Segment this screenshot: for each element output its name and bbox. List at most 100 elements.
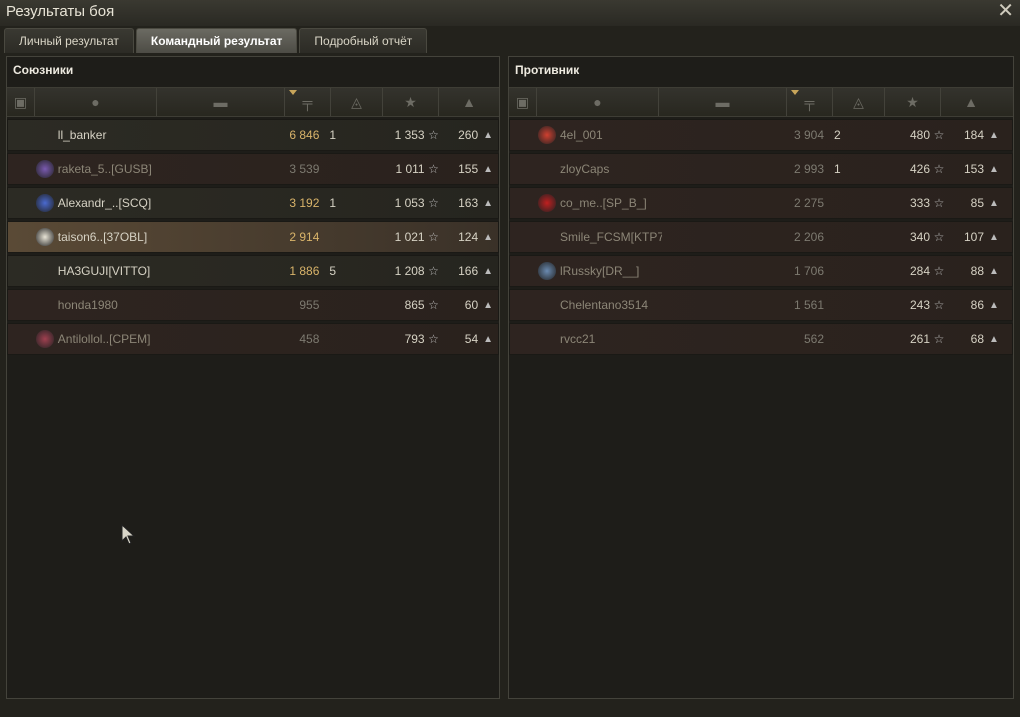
player-name-cell: honda1980 xyxy=(34,296,159,314)
table-row[interactable]: taison6..[37OBL] E 100 2 914 1 021 ☆ 124… xyxy=(7,221,499,253)
kills-value: 1 xyxy=(834,162,841,176)
damage-value: 955 xyxy=(299,298,320,312)
xp-icon[interactable]: ★ xyxy=(383,88,439,116)
star-icon: ☆ xyxy=(933,128,945,142)
tab-personal-result[interactable]: Личный результат xyxy=(4,28,134,53)
resources-icon: ▲ xyxy=(483,129,494,141)
table-row[interactable]: ll_banker 60TP 6 846 1 1 353 ☆ 260 ▲ xyxy=(7,119,499,151)
xp-value: 1 021 xyxy=(394,230,425,244)
player-name: raketa_5..[GUSB] xyxy=(57,162,152,176)
table-row[interactable]: 4el_001 Progetto 65 3 904 2 480 ☆ 184 ▲ xyxy=(509,119,1013,151)
player-name-cell: co_me..[SP_B_] xyxy=(536,194,662,212)
table-row[interactable]: rvcc21 Pz.Kpfw. V... 562 261 ☆ 68 ▲ xyxy=(509,323,1013,355)
player-icon[interactable]: ● xyxy=(35,88,157,116)
resources-icon: ▲ xyxy=(989,265,999,277)
table-row[interactable]: honda1980 M-V-Y 955 865 ☆ 60 ▲ xyxy=(7,289,499,321)
clan-emblem-icon xyxy=(36,296,54,314)
allies-title: Союзники xyxy=(13,63,74,77)
enemies-title: Противник xyxy=(515,63,580,77)
damage-value: 3 539 xyxy=(289,162,320,176)
player-name: taison6..[37OBL] xyxy=(57,230,148,244)
star-icon: ☆ xyxy=(428,264,439,278)
table-row[interactable]: raketa_5..[GUSB] WZ-113G F... 3 539 1 01… xyxy=(7,153,499,185)
star-icon: ☆ xyxy=(428,298,439,312)
resources-value: 155 xyxy=(458,162,479,176)
resources-value: 153 xyxy=(963,162,984,176)
xp-value: 426 xyxy=(909,162,930,176)
squad-icon[interactable]: ▣ xyxy=(509,88,537,116)
resources-icon: ▲ xyxy=(989,231,999,243)
resources-value: 88 xyxy=(970,264,984,278)
tab-team-result[interactable]: Командный результат xyxy=(135,28,298,53)
player-name: rvcc21 xyxy=(560,332,596,346)
damage-value: 458 xyxy=(299,332,320,346)
resources-value: 124 xyxy=(458,230,479,244)
clan-emblem-icon xyxy=(538,296,556,314)
player-name: Smile_FCSM[KTP72] xyxy=(560,230,662,244)
xp-value: 1 053 xyxy=(394,196,425,210)
damage-value: 1 886 xyxy=(289,264,320,278)
player-name: honda1980 xyxy=(57,298,118,312)
player-name-cell: zloyCaps xyxy=(536,160,662,178)
star-icon: ☆ xyxy=(933,230,945,244)
clan-emblem-icon xyxy=(538,262,556,280)
resources-value: 260 xyxy=(458,128,479,142)
clan-emblem-icon xyxy=(35,194,54,212)
table-row[interactable]: Antilollol..[CPEM] Об. 430У 458 793 ☆ 54… xyxy=(7,323,499,355)
squad-icon[interactable]: ▣ xyxy=(7,88,35,116)
kills-icon[interactable]: ◬ xyxy=(833,88,885,116)
resources-icon[interactable]: ▲ xyxy=(941,88,1001,116)
table-row[interactable]: lRussky[DR__] 121 7x7 1 706 284 ☆ 88 ▲ xyxy=(509,255,1013,287)
clan-emblem-icon xyxy=(538,228,556,246)
damage-value: 3 904 xyxy=(793,128,824,142)
player-icon[interactable]: ● xyxy=(537,88,659,116)
clan-emblem-icon xyxy=(36,262,54,280)
player-name: lRussky[DR__] xyxy=(560,264,640,278)
xp-value: 340 xyxy=(909,230,930,244)
damage-value: 2 206 xyxy=(793,230,824,244)
resources-value: 68 xyxy=(970,332,984,346)
player-name: zloyCaps xyxy=(560,162,610,176)
damage-value: 562 xyxy=(803,332,824,346)
resources-value: 60 xyxy=(464,298,479,312)
enemies-panel: Противник ▣ ● ▬ ╤ ◬ ★ ▲ 4el_001 Progetto… xyxy=(508,56,1014,699)
kills-value: 5 xyxy=(329,264,337,278)
clan-emblem-icon xyxy=(36,126,54,144)
tank-icon[interactable]: ▬ xyxy=(659,88,787,116)
star-icon: ☆ xyxy=(428,196,439,210)
star-icon: ☆ xyxy=(428,332,439,346)
kills-icon[interactable]: ◬ xyxy=(331,88,383,116)
player-name-cell: Antilollol..[CPEM] xyxy=(34,330,159,348)
enemies-header: ▣ ● ▬ ╤ ◬ ★ ▲ xyxy=(509,87,1013,117)
resources-value: 163 xyxy=(458,196,479,210)
star-icon: ☆ xyxy=(933,332,945,346)
tank-icon[interactable]: ▬ xyxy=(157,88,285,116)
player-name: co_me..[SP_B_] xyxy=(560,196,647,210)
table-row[interactable]: HA3GUJI[VITTO] Pz.Kpfw. V... 1 886 5 1 2… xyxy=(7,255,499,287)
kills-value: 2 xyxy=(834,128,841,142)
xp-value: 261 xyxy=(909,332,930,346)
table-row[interactable]: Alexandr_..[SCQ] WZ-113G F... 3 192 1 1 … xyxy=(7,187,499,219)
damage-value: 2 993 xyxy=(793,162,824,176)
xp-value: 1 353 xyxy=(394,128,425,142)
table-row[interactable]: co_me..[SP_B_] Pz.Kpfw. V... 2 275 333 ☆… xyxy=(509,187,1013,219)
table-row[interactable]: Smile_FCSM[KTP72] ИС-7 2 206 340 ☆ 107 ▲ xyxy=(509,221,1013,253)
resources-value: 107 xyxy=(963,230,984,244)
clan-emblem-icon xyxy=(538,194,556,212)
mouse-cursor-icon xyxy=(121,524,136,545)
table-row[interactable]: zloyCaps STB-1 2 993 1 426 ☆ 153 ▲ xyxy=(509,153,1013,185)
damage-value: 1 706 xyxy=(793,264,824,278)
clan-emblem-icon xyxy=(35,160,54,178)
table-row[interactable]: Chelentano3514 121 7x7 1 561 243 ☆ 86 ▲ xyxy=(509,289,1013,321)
kills-value: 1 xyxy=(329,128,337,142)
resources-icon[interactable]: ▲ xyxy=(439,88,499,116)
damage-icon[interactable]: ╤ xyxy=(285,88,331,116)
player-name: Chelentano3514 xyxy=(560,298,649,312)
damage-icon[interactable]: ╤ xyxy=(787,88,833,116)
player-name-cell: rvcc21 xyxy=(536,330,662,348)
tab-detailed-report[interactable]: Подробный отчёт xyxy=(299,28,428,53)
player-name-cell: Chelentano3514 xyxy=(536,296,662,314)
enemies-rows: 4el_001 Progetto 65 3 904 2 480 ☆ 184 ▲ … xyxy=(509,119,1013,357)
close-icon[interactable]: ✕ xyxy=(997,0,1014,22)
xp-icon[interactable]: ★ xyxy=(885,88,941,116)
